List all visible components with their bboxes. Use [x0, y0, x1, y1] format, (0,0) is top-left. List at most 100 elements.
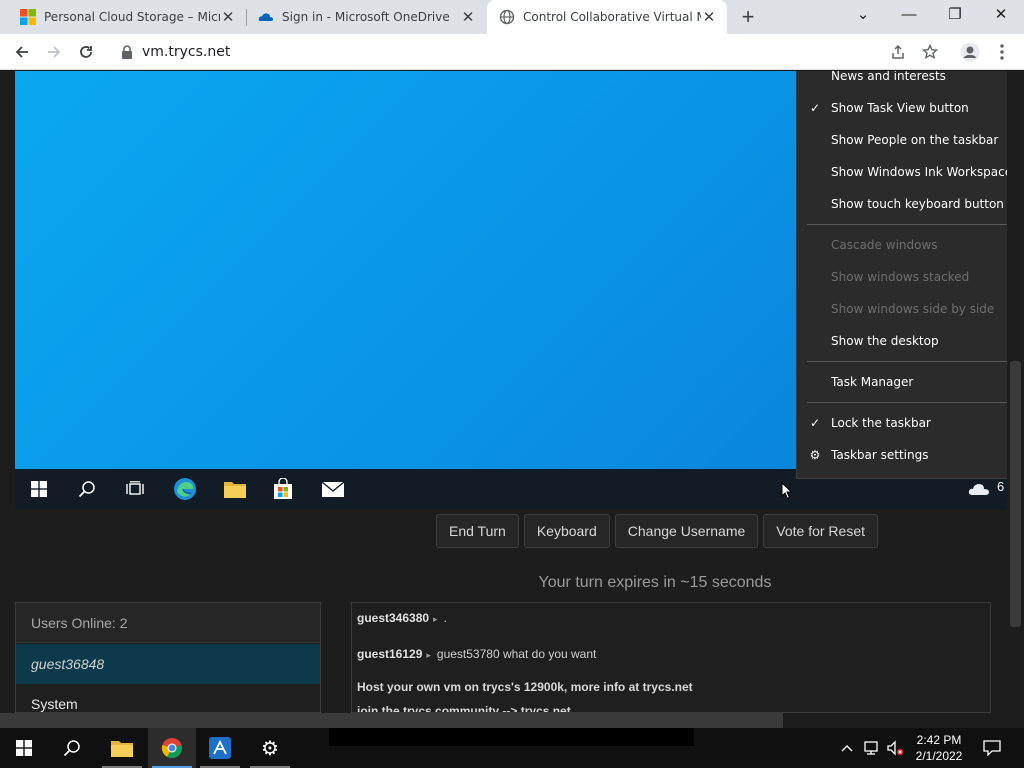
close-window-button[interactable]: ✕: [978, 0, 1024, 34]
menu-item-taskbar-settings[interactable]: ⚙ Taskbar settings: [797, 440, 1007, 470]
menu-item-lock-taskbar[interactable]: ✓ Lock the taskbar: [797, 408, 1007, 438]
forward-arrow-icon: [48, 46, 61, 58]
browser-toolbar: vm.trycs.net: [0, 34, 1024, 70]
menu-item-side-by-side: Show windows side by side: [831, 302, 995, 316]
checkmark-icon: ✓: [809, 101, 821, 115]
turn-status-text: Your turn expires in ~15 seconds: [538, 574, 772, 591]
new-tab-button[interactable]: +: [736, 5, 760, 29]
mouse-cursor-icon: [781, 482, 793, 500]
checkmark-icon: ✓: [809, 416, 821, 430]
more-vertical-icon: [1000, 44, 1004, 60]
file-explorer-icon[interactable]: [221, 475, 249, 503]
host-taskbar: ⚙ 2:42 PM 2/1/2022: [0, 728, 1024, 768]
close-icon[interactable]: ✕: [701, 9, 717, 25]
volume-muted-icon[interactable]: [884, 728, 906, 768]
windows-start-icon[interactable]: [0, 728, 48, 768]
microsoft-logo-icon: [20, 9, 36, 25]
tab-title: Personal Cloud Storage – Microsoft OneDr…: [44, 10, 220, 24]
reload-icon: [80, 46, 92, 58]
settings-gear-icon[interactable]: ⚙: [246, 728, 294, 768]
chat-username: guest16129: [357, 647, 423, 661]
chat-message: guest346380 ▸.: [357, 611, 447, 625]
globe-icon: [499, 9, 515, 25]
tab-search-button[interactable]: ⌄: [840, 0, 886, 34]
menu-button[interactable]: [988, 38, 1016, 66]
task-view-icon[interactable]: [121, 475, 149, 503]
chat-system-message: Host your own vm on trycs's 12900k, more…: [357, 680, 693, 694]
network-icon[interactable]: [860, 728, 882, 768]
chrome-icon[interactable]: [148, 728, 196, 768]
user-list-item[interactable]: guest36848: [16, 644, 320, 684]
weather-temp: 6: [997, 479, 1005, 494]
back-button[interactable]: [8, 38, 36, 66]
close-icon[interactable]: ✕: [460, 9, 476, 25]
back-arrow-icon: [15, 46, 28, 58]
lock-icon: [122, 45, 132, 59]
browser-tabstrip: Personal Cloud Storage – Microsoft OneDr…: [0, 0, 1024, 34]
vm-screen[interactable]: 6 News and interests ✓ Show Task View but…: [15, 71, 1007, 509]
chat-panel: guest346380 ▸. guest16129 ▸ guest53780 what…: [351, 602, 991, 713]
store-icon[interactable]: [269, 475, 297, 503]
menu-separator: [807, 224, 1007, 225]
star-icon: [921, 43, 939, 59]
vertical-scrollbar[interactable]: [1007, 71, 1024, 713]
clock-date: 2/1/2022: [915, 749, 963, 763]
page-content: 6 News and interests ✓ Show Task View but…: [0, 71, 1024, 713]
share-icon: [892, 44, 904, 59]
file-explorer-icon[interactable]: [98, 728, 146, 768]
avatar-icon: [960, 42, 980, 62]
forward-button[interactable]: [40, 38, 68, 66]
end-turn-button[interactable]: End Turn: [436, 514, 519, 548]
close-icon[interactable]: ✕: [220, 9, 236, 25]
app-icon[interactable]: [196, 728, 244, 768]
users-online-header: Users Online: 2: [16, 603, 320, 643]
search-icon[interactable]: [48, 728, 96, 768]
tab-onedrive-signin[interactable]: Sign in - Microsoft OneDrive ✕: [238, 0, 486, 34]
menu-item-people[interactable]: Show People on the taskbar: [797, 125, 1007, 155]
change-username-button[interactable]: Change Username: [614, 514, 759, 548]
arrow-right-icon: ▸: [426, 650, 431, 660]
tab-title: Control Collaborative Virtual Machines: [523, 10, 701, 24]
notification-icon[interactable]: [978, 728, 1006, 768]
windows-start-icon[interactable]: [25, 475, 53, 503]
menu-separator: [807, 361, 1007, 362]
scrollbar-thumb[interactable]: [1010, 361, 1021, 627]
tab-collab-vm[interactable]: Control Collaborative Virtual Machines ✕: [487, 0, 727, 34]
reload-button[interactable]: [72, 38, 100, 66]
bookmark-button[interactable]: [916, 38, 944, 66]
address-bar[interactable]: vm.trycs.net: [110, 36, 954, 68]
redacted-area: [329, 728, 694, 746]
menu-item-cascade: Cascade windows: [831, 238, 938, 252]
tab-onedrive-storage[interactable]: Personal Cloud Storage – Microsoft OneDr…: [0, 0, 246, 34]
system-clock[interactable]: 2:42 PM 2/1/2022: [906, 732, 972, 764]
weather-cloud-icon[interactable]: [965, 475, 993, 503]
menu-item-news-interests[interactable]: News and interests: [797, 71, 1007, 91]
chat-username: guest346380: [357, 611, 430, 625]
menu-item-show-desktop[interactable]: Show the desktop: [797, 326, 1007, 356]
vote-reset-button[interactable]: Vote for Reset: [763, 514, 878, 548]
scrollbar-thumb[interactable]: [0, 713, 783, 728]
onedrive-cloud-icon: [258, 13, 273, 21]
menu-item-ink-workspace[interactable]: Show Windows Ink Workspace button: [797, 157, 1007, 187]
taskbar-context-menu: News and interests ✓ Show Task View butto…: [796, 71, 1007, 479]
menu-item-touch-keyboard[interactable]: Show touch keyboard button: [797, 189, 1007, 219]
chat-system-message[interactable]: join the trycs community --> trycs.net: [357, 704, 571, 712]
restore-button[interactable]: ❐: [932, 0, 978, 34]
profile-button[interactable]: [956, 38, 984, 66]
url-text: vm.trycs.net: [142, 44, 231, 60]
edge-browser-icon[interactable]: [171, 475, 199, 503]
vm-control-buttons: End Turn Keyboard Change Username Vote f…: [436, 514, 878, 548]
mail-icon[interactable]: [319, 475, 347, 503]
menu-item-task-view[interactable]: ✓ Show Task View button: [797, 93, 1007, 123]
menu-item-task-manager[interactable]: Task Manager: [797, 367, 1007, 397]
menu-item-stacked: Show windows stacked: [831, 270, 970, 284]
horizontal-scrollbar[interactable]: [0, 713, 1024, 728]
menu-separator: [807, 402, 1007, 403]
share-button[interactable]: [884, 38, 912, 66]
minimize-button[interactable]: —: [886, 0, 932, 34]
chevron-up-icon[interactable]: [838, 728, 856, 768]
keyboard-button[interactable]: Keyboard: [523, 514, 610, 548]
chat-text: guest53780 what do you want: [436, 647, 597, 661]
search-icon[interactable]: [73, 475, 101, 503]
arrow-right-icon: ▸: [433, 614, 438, 624]
